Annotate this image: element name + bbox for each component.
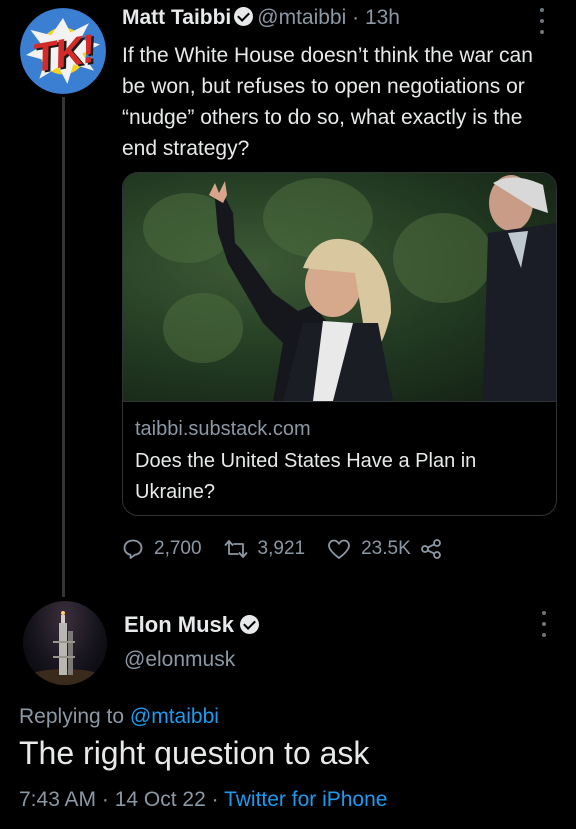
author-handle-elon[interactable]: @elonmusk (124, 648, 235, 672)
reply-button[interactable]: 2,700 (122, 538, 202, 560)
tweet-action-bar: 2,700 3,921 23.5K (122, 534, 453, 564)
author-handle[interactable]: @mtaibbi (257, 6, 346, 29)
retweet-icon (224, 540, 247, 558)
card-text-area: taibbi.substack.com Does the United Stat… (123, 401, 556, 515)
card-title: Does the United States Have a Plan in Uk… (135, 450, 477, 503)
rocket-photo (25, 611, 105, 685)
like-button[interactable]: 23.5K (327, 538, 411, 560)
tweet-text: If the White House doesn’t think the war… (122, 44, 533, 160)
reply-icon (123, 539, 143, 559)
like-count: 23.5K (361, 538, 411, 559)
main-tweet-text: The right question to ask (19, 735, 370, 771)
more-options-icon[interactable] (541, 611, 547, 637)
replying-to-handle-link[interactable]: @mtaibbi (130, 705, 219, 728)
card-domain: taibbi.substack.com (135, 418, 311, 440)
author-name-2: Elon Musk (124, 612, 263, 638)
verified-badge-icon (234, 7, 254, 26)
replying-to: Replying to @mtaibbi (19, 705, 219, 729)
retweet-count: 3,921 (257, 538, 306, 559)
avatar-mtaibbi[interactable]: TK! (20, 8, 106, 94)
heart-icon (328, 539, 350, 559)
tweet-source-link[interactable]: Twitter for iPhone (224, 788, 387, 811)
replying-to-label: Replying to (19, 705, 130, 728)
tweet-timestamp[interactable]: 7:43 AM · 14 Oct 22 · (19, 788, 224, 811)
thread-connector-line (62, 97, 65, 597)
avatar-elonmusk[interactable] (23, 601, 107, 685)
link-preview-card[interactable]: taibbi.substack.com Does the United Stat… (122, 172, 557, 516)
card-image (123, 173, 556, 401)
photo-figures (209, 175, 556, 401)
author-name[interactable]: Matt Taibbi (122, 6, 231, 29)
reply-count: 2,700 (154, 538, 202, 559)
author-name-elon[interactable]: Elon Musk (124, 612, 234, 637)
verified-badge-icon (240, 615, 260, 634)
tweet-header: Matt Taibbi @mtaibbi · 13h (122, 6, 400, 30)
share-icon (420, 539, 441, 559)
tweet-footer: 7:43 AM · 14 Oct 22 · Twitter for iPhone (19, 788, 387, 812)
retweet-button[interactable]: 3,921 (224, 538, 306, 560)
more-options-icon[interactable] (539, 8, 545, 34)
tweet-time[interactable]: · 13h (352, 6, 400, 29)
share-button[interactable] (419, 538, 453, 560)
